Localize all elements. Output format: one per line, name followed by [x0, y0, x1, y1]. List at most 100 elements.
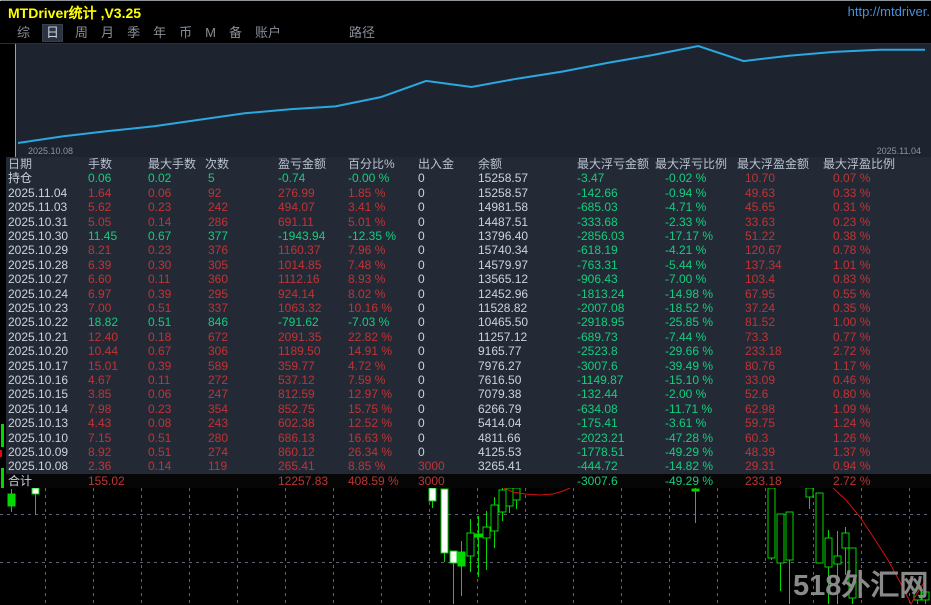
cell: 8.02 % [348, 287, 385, 302]
cell: 0.35 % [833, 301, 870, 316]
cell: 1063.32 [278, 301, 321, 316]
cell: 0.07 % [833, 171, 870, 186]
table-row-2025.10.14[interactable]: 2025.10.147.980.23354852.7515.75 %06266.… [6, 402, 931, 416]
menu-tab-月[interactable]: 月 [101, 25, 114, 41]
cell: 49.63 [745, 186, 775, 201]
cell: -2918.95 [577, 315, 624, 330]
cell: 4125.53 [478, 445, 521, 460]
cell: 2025.10.08 [8, 459, 68, 474]
cell: 14487.51 [478, 215, 528, 230]
table-row-2025.10.27[interactable]: 2025.10.276.600.113601112.168.93 %013565… [6, 272, 931, 286]
cell: -11.71 % [665, 402, 712, 417]
table-row-持仓[interactable]: 持仓0.060.025-0.74-0.00 %015258.57-3.47-0.… [6, 171, 931, 185]
cell: 4.72 % [348, 359, 385, 374]
menu-tab-季[interactable]: 季 [127, 25, 140, 41]
table-row-2025.11.03[interactable]: 2025.11.035.620.23242494.073.41 %014981.… [6, 200, 931, 214]
column-header: 最大手数 [148, 157, 196, 172]
cell: 305 [208, 258, 228, 273]
table-row-2025.10.29[interactable]: 2025.10.298.210.233761160.377.96 %015740… [6, 243, 931, 257]
table-row-2025.10.15[interactable]: 2025.10.153.850.06247812.5912.97 %07079.… [6, 387, 931, 401]
cell: -906.43 [577, 272, 618, 287]
cell: 60.3 [745, 431, 768, 446]
column-header: 最大浮亏金额 [577, 157, 649, 172]
table-row-2025.10.22[interactable]: 2025.10.2218.820.51846-791.62-7.03 %0104… [6, 315, 931, 329]
menu-tab-M[interactable]: M [205, 25, 216, 41]
cell: 12.40 [88, 330, 118, 345]
table-row-2025.10.16[interactable]: 2025.10.164.670.11272537.127.59 %07616.5… [6, 373, 931, 387]
column-header: 最大浮盈金额 [737, 157, 809, 172]
cell: 14981.58 [478, 200, 528, 215]
cell: 14579.97 [478, 258, 528, 273]
cell: 408.59 % [348, 474, 399, 488]
cell: -1943.94 [278, 229, 325, 244]
cell: 9165.77 [478, 344, 521, 359]
cell: -29.66 % [665, 344, 713, 359]
table-row-2025.10.20[interactable]: 2025.10.2010.440.673061189.5014.91 %0916… [6, 344, 931, 358]
table-row-2025.10.23[interactable]: 2025.10.237.000.513371063.3210.16 %01152… [6, 301, 931, 315]
cell: 0.11 [148, 373, 170, 388]
table-row-2025.10.10[interactable]: 2025.10.107.150.51280686.1316.63 %04811.… [6, 431, 931, 445]
menu-tab-综[interactable]: 综 [17, 25, 30, 41]
menu-tab-年[interactable]: 年 [153, 25, 166, 41]
cell: 103.4 [745, 272, 775, 287]
table-row-2025.10.30[interactable]: 2025.10.3011.450.67377-1943.94-12.35 %01… [6, 229, 931, 243]
table-row-2025.10.21[interactable]: 2025.10.2112.400.186722091.3522.82 %0112… [6, 330, 931, 344]
table-row-2025.10.17[interactable]: 2025.10.1715.010.39589359.774.72 %07976.… [6, 359, 931, 373]
menu-tab-周[interactable]: 周 [75, 25, 88, 41]
cell: 276.99 [278, 186, 315, 201]
cell: 0.31 % [833, 200, 870, 215]
cell: -618.19 [577, 243, 618, 258]
candlestick-chart [0, 488, 931, 605]
cell: 0 [418, 315, 425, 330]
website-link[interactable]: http://mtdriver. [848, 4, 930, 19]
cell: -4.21 % [665, 243, 706, 258]
cell: -2523.8 [577, 344, 618, 359]
menu-tab-备[interactable]: 备 [229, 25, 242, 41]
cell: -3007.6 [577, 474, 618, 488]
cell: 6.97 [88, 287, 111, 302]
menu-tab-币[interactable]: 币 [179, 25, 192, 41]
table-total-row[interactable]: 合计155.0212257.83408.59 %3000-3007.6-49.2… [6, 474, 931, 488]
column-header: 最大浮亏比例 [655, 157, 727, 172]
cell: -47.28 % [665, 431, 713, 446]
cell: 0.80 % [833, 387, 870, 402]
cell: 2025.10.14 [8, 402, 68, 417]
cell: 持仓 [8, 171, 32, 186]
column-header: 次数 [205, 157, 229, 172]
cell: 1.64 [88, 186, 111, 201]
table-row-2025.10.24[interactable]: 2025.10.246.970.39295924.148.02 %012452.… [6, 287, 931, 301]
cell: 45.65 [745, 200, 775, 215]
cell: 2091.35 [278, 330, 321, 345]
cell: 247 [208, 387, 228, 402]
column-header: 手数 [88, 157, 112, 172]
cell: 4811.66 [478, 431, 521, 446]
cell: 51.22 [745, 229, 775, 244]
table-row-2025.10.31[interactable]: 2025.10.315.050.14286691.115.01 %014487.… [6, 215, 931, 229]
cell: 286 [208, 215, 228, 230]
cell: 2025.10.10 [8, 431, 68, 446]
cell: 0.30 [148, 258, 171, 273]
cell: 812.59 [278, 387, 315, 402]
cell: -7.44 % [665, 330, 706, 345]
table-row-2025.11.04[interactable]: 2025.11.041.640.0692276.991.85 %015258.5… [6, 186, 931, 200]
cell: 0 [418, 186, 425, 201]
cell: 8.85 % [348, 459, 385, 474]
menu-tab-账户[interactable]: 账户 [255, 25, 281, 41]
cell: 13796.40 [478, 229, 528, 244]
cell: -15.10 % [665, 373, 713, 388]
cell: 3.85 [88, 387, 111, 402]
cell: 8.21 [88, 243, 111, 258]
cell: 22.82 % [348, 330, 392, 345]
cell: 2025.10.15 [8, 387, 68, 402]
candlestick-svg [0, 488, 931, 605]
table-row-2025.10.08[interactable]: 2025.10.082.360.14119265.418.85 %3000326… [6, 459, 931, 473]
cell: 846 [208, 315, 228, 330]
table-row-2025.10.28[interactable]: 2025.10.286.390.303051014.857.48 %014579… [6, 258, 931, 272]
table-row-2025.10.13[interactable]: 2025.10.134.430.08243602.3812.52 %05414.… [6, 416, 931, 430]
menu-tab-路径[interactable]: 路径 [349, 25, 375, 41]
cell: -2023.21 [577, 431, 624, 446]
table-row-2025.10.09[interactable]: 2025.10.098.920.51274860.1226.34 %04125.… [6, 445, 931, 459]
menu-tab-日[interactable]: 日 [43, 25, 62, 41]
cell: 589 [208, 359, 228, 374]
cell: 306 [208, 344, 228, 359]
